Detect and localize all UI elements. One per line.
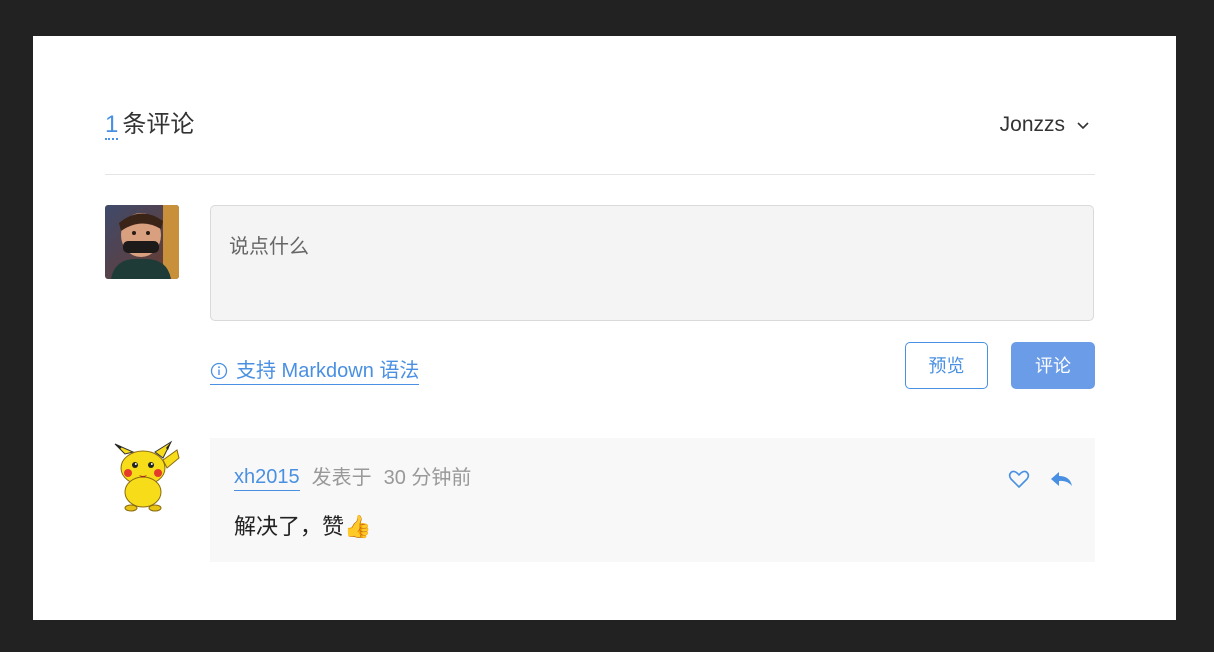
user-menu[interactable]: Jonzzs	[1000, 110, 1091, 140]
reply-icon[interactable]	[1049, 468, 1073, 490]
markdown-help-label: 支持 Markdown 语法	[236, 360, 420, 382]
comments-panel: 1 条评论 Jonzzs 说点什么 支持 Markdown 语法 预览 评论 x…	[33, 36, 1176, 620]
comment-count-label: 条评论	[122, 111, 195, 138]
comment-item: xh2015 发表于 30 分钟前 解决了，赞👍	[210, 438, 1095, 562]
comment-count: 1 条评论	[105, 110, 194, 140]
markdown-help-link[interactable]: 支持 Markdown 语法	[210, 358, 420, 385]
comments-header: 1 条评论 Jonzzs	[105, 108, 1095, 175]
comment-posted-label: 发表于	[311, 466, 372, 489]
comment-meta: xh2015 发表于 30 分钟前	[234, 464, 471, 491]
submit-comment-button[interactable]: 评论	[1011, 342, 1095, 389]
commenter-avatar	[105, 438, 181, 514]
username: Jonzzs	[999, 113, 1065, 136]
comment-author-link[interactable]: xh2015	[234, 464, 300, 491]
comment-time: 30 分钟前	[383, 466, 472, 489]
like-heart-icon[interactable]	[1007, 468, 1031, 490]
chevron-down-icon	[1077, 122, 1089, 130]
comment-input[interactable]	[210, 205, 1094, 321]
comment-body: 解决了，赞👍	[234, 514, 372, 539]
info-icon	[210, 362, 228, 380]
comment-count-number[interactable]: 1	[105, 111, 119, 140]
preview-button[interactable]: 预览	[905, 342, 988, 389]
comment-actions	[989, 468, 1073, 490]
current-user-avatar	[105, 205, 179, 279]
